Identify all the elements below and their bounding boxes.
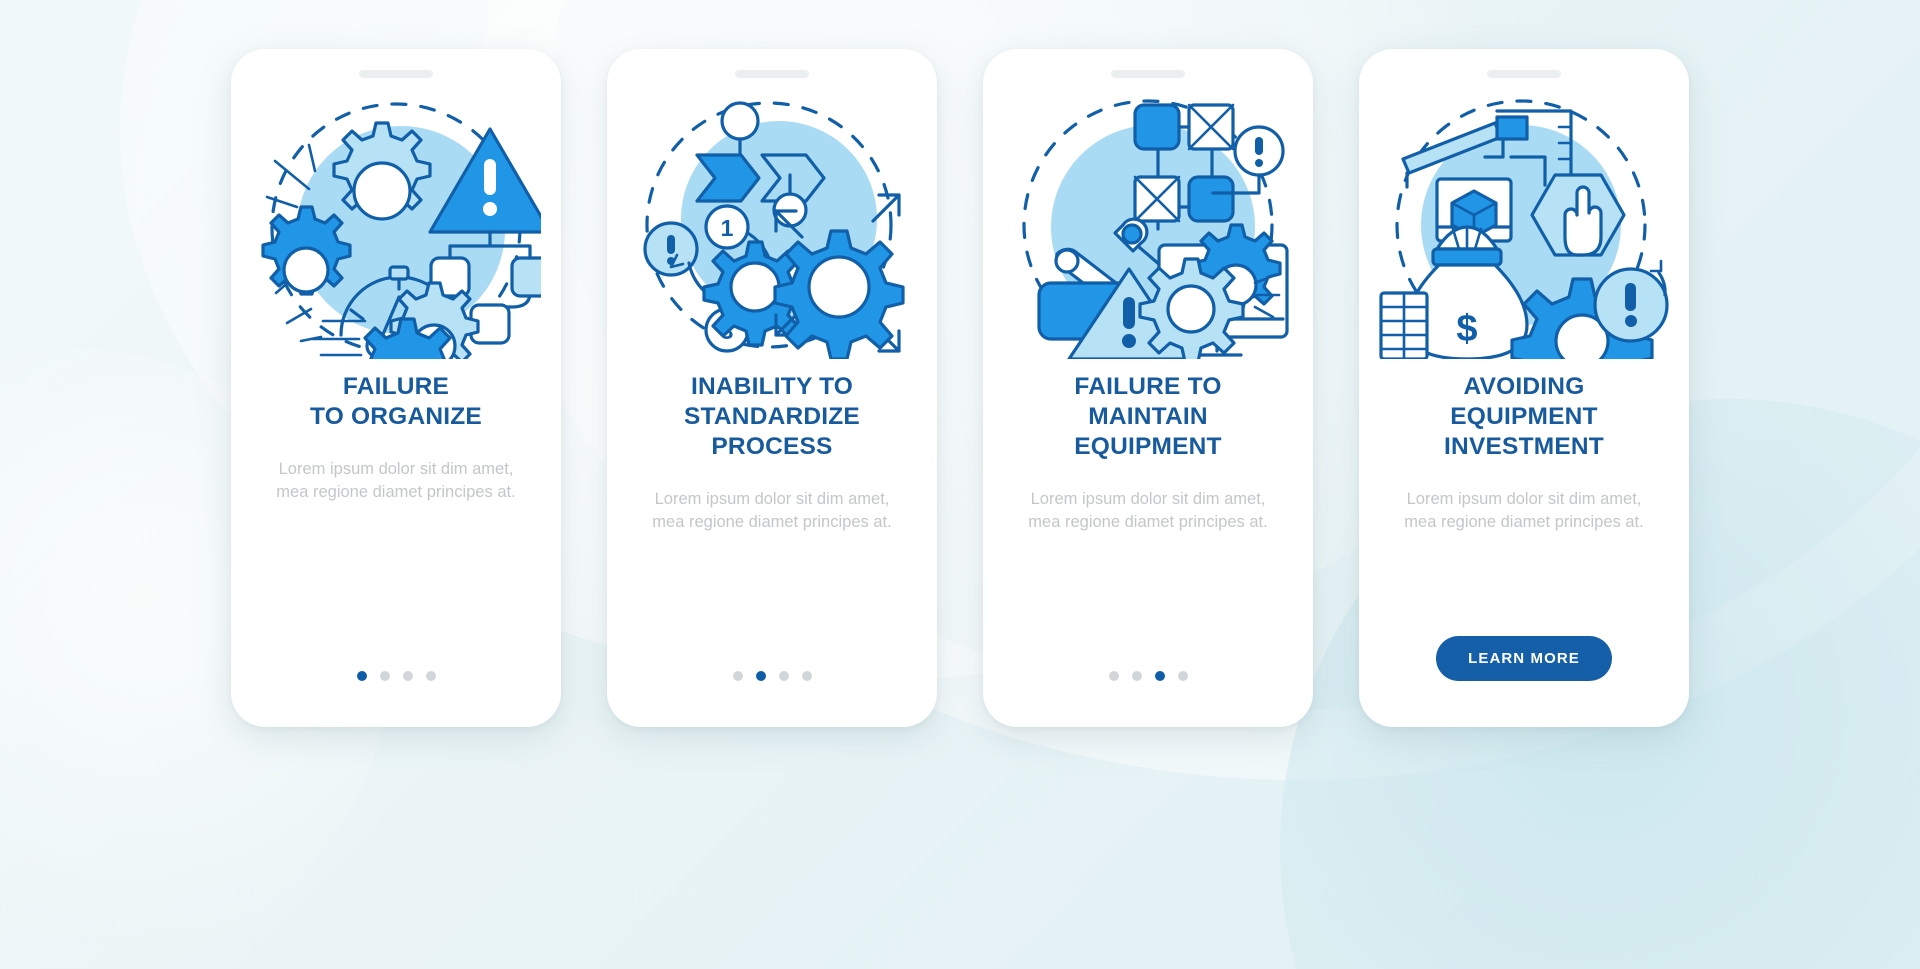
pagination-dot-3[interactable]: [402, 671, 413, 681]
onboarding-page: FAILURE TO ORGANIZE Lorem ipsum dolor si…: [0, 0, 1920, 969]
pagination-dot-4[interactable]: [1177, 671, 1188, 681]
page-title: FAILURE TO ORGANIZE: [310, 372, 482, 432]
pagination-dot-3[interactable]: [1154, 671, 1165, 681]
screen-footer: LEARN MORE: [1436, 636, 1612, 681]
title-line: FAILURE TO: [1074, 373, 1222, 400]
coin-stack-icon: [1379, 291, 1429, 359]
screen-description: Lorem ipsum dolor sit dim amet, mea regi…: [1028, 490, 1268, 531]
title-line: EQUIPMENT: [1450, 403, 1598, 430]
screen-footer: [732, 671, 812, 681]
pagination-dot-2[interactable]: [1131, 671, 1142, 681]
pagination-dots[interactable]: [1108, 671, 1188, 681]
pagination-dots[interactable]: [356, 671, 436, 681]
gears-warning-org-chart-stopwatch-icon: [261, 102, 541, 359]
illustration-failure-to-maintain: [998, 92, 1298, 364]
large-gear-icon: [773, 229, 905, 359]
page-title: AVOIDING EQUIPMENT INVESTMENT: [1444, 372, 1604, 462]
screen-description: Lorem ipsum dolor sit dim amet, mea regi…: [652, 490, 892, 531]
page-title: INABILITY TO STANDARDIZE PROCESS: [684, 372, 860, 462]
pagination-dot-1[interactable]: [1108, 671, 1119, 681]
illustration-inability-to-standardize: 1 2 3: [622, 92, 922, 364]
illustration-avoiding-equipment-investment: $: [1374, 92, 1674, 364]
title-line: INVESTMENT: [1444, 433, 1604, 460]
title-line: EQUIPMENT: [1074, 433, 1222, 460]
screen-footer: [356, 671, 436, 681]
onboarding-screen-4[interactable]: $ AVOIDING EQUIPMENT INVESTMENT Lorem ip…: [1359, 49, 1689, 727]
screen-description: Lorem ipsum dolor sit dim amet, mea regi…: [1404, 490, 1644, 531]
pagination-dot-2[interactable]: [379, 671, 390, 681]
learn-more-button[interactable]: LEARN MORE: [1436, 636, 1612, 681]
onboarding-screen-3[interactable]: FAILURE TO MAINTAIN EQUIPMENT Lorem ipsu…: [983, 49, 1313, 727]
phone-speaker-notch: [1111, 70, 1185, 78]
network-node-icon: [1187, 175, 1235, 223]
title-line: INABILITY TO: [690, 373, 854, 400]
robot-arm-monitor-network-icon: [1022, 99, 1289, 359]
title-line: AVOIDING: [1463, 373, 1585, 400]
title-line: TO ORGANIZE: [310, 403, 482, 430]
dollar-sign-label: $: [1456, 308, 1477, 350]
title-line: MAINTAIN: [1088, 403, 1208, 430]
large-gear-icon: [332, 121, 432, 221]
small-gear-icon: [261, 205, 352, 296]
phone-speaker-notch: [1487, 70, 1561, 78]
phone-speaker-notch: [735, 70, 809, 78]
title-line: STANDARDIZE: [684, 403, 860, 430]
crossed-node-icon-2: [1133, 175, 1181, 223]
pagination-dot-3[interactable]: [778, 671, 789, 681]
step-number-label: 1: [721, 215, 734, 241]
screen-footer: [1108, 671, 1188, 681]
title-line: FAILURE: [342, 373, 450, 400]
pagination-dots[interactable]: [732, 671, 812, 681]
page-title: FAILURE TO MAINTAIN EQUIPMENT: [1074, 372, 1221, 462]
network-node-icon: [1133, 103, 1181, 151]
pagination-dot-4[interactable]: [801, 671, 812, 681]
pagination-dot-1[interactable]: [356, 671, 367, 681]
money-bag-3d-printer-stop-hand-icon: $: [1379, 99, 1669, 359]
screen-description: Lorem ipsum dolor sit dim amet, mea regi…: [276, 460, 516, 501]
pagination-dot-1[interactable]: [732, 671, 743, 681]
pagination-dot-2[interactable]: [755, 671, 766, 681]
illustration-failure-to-organize: [246, 92, 546, 364]
process-flow-numbered-steps-icon: 1 2 3: [643, 101, 905, 359]
crossed-node-icon-1: [1187, 103, 1235, 151]
onboarding-screens-row: FAILURE TO ORGANIZE Lorem ipsum dolor si…: [0, 0, 1920, 727]
monitor-gear-icon: [1138, 223, 1289, 359]
phone-speaker-notch: [359, 70, 433, 78]
onboarding-screen-1[interactable]: FAILURE TO ORGANIZE Lorem ipsum dolor si…: [231, 49, 561, 727]
step-number-1-icon: 1: [704, 204, 750, 250]
pagination-dot-4[interactable]: [425, 671, 436, 681]
title-line: PROCESS: [711, 433, 833, 460]
onboarding-screen-2[interactable]: 1 2 3: [607, 49, 937, 727]
